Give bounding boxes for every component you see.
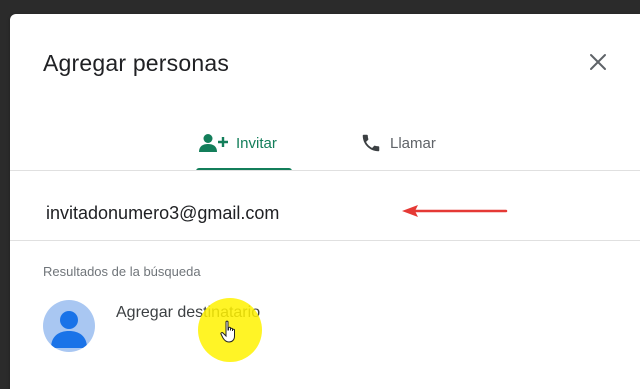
phone-icon	[362, 134, 380, 152]
close-icon	[590, 54, 606, 70]
person-add-icon	[199, 134, 228, 152]
search-results-heading: Resultados de la búsqueda	[43, 264, 201, 279]
add-people-dialog: Agregar personas Invitar Llamar invitado…	[10, 14, 640, 389]
divider	[10, 170, 640, 171]
tab-call-label: Llamar	[390, 134, 436, 152]
person-avatar-icon	[43, 300, 95, 352]
tab-invite-label: Invitar	[236, 134, 277, 152]
tab-bar: Invitar Llamar	[10, 118, 640, 174]
dialog-title: Agregar personas	[43, 50, 230, 76]
red-arrow-annotation	[402, 205, 508, 217]
divider	[10, 240, 640, 241]
tab-invite[interactable]: Invitar	[198, 118, 277, 168]
hand-cursor-icon	[220, 320, 235, 343]
window-background: Agregar personas Invitar Llamar invitado…	[0, 0, 640, 389]
tab-call[interactable]: Llamar	[360, 118, 436, 168]
close-button[interactable]	[584, 48, 612, 76]
list-item[interactable]: Agregar destinatario	[30, 296, 630, 366]
